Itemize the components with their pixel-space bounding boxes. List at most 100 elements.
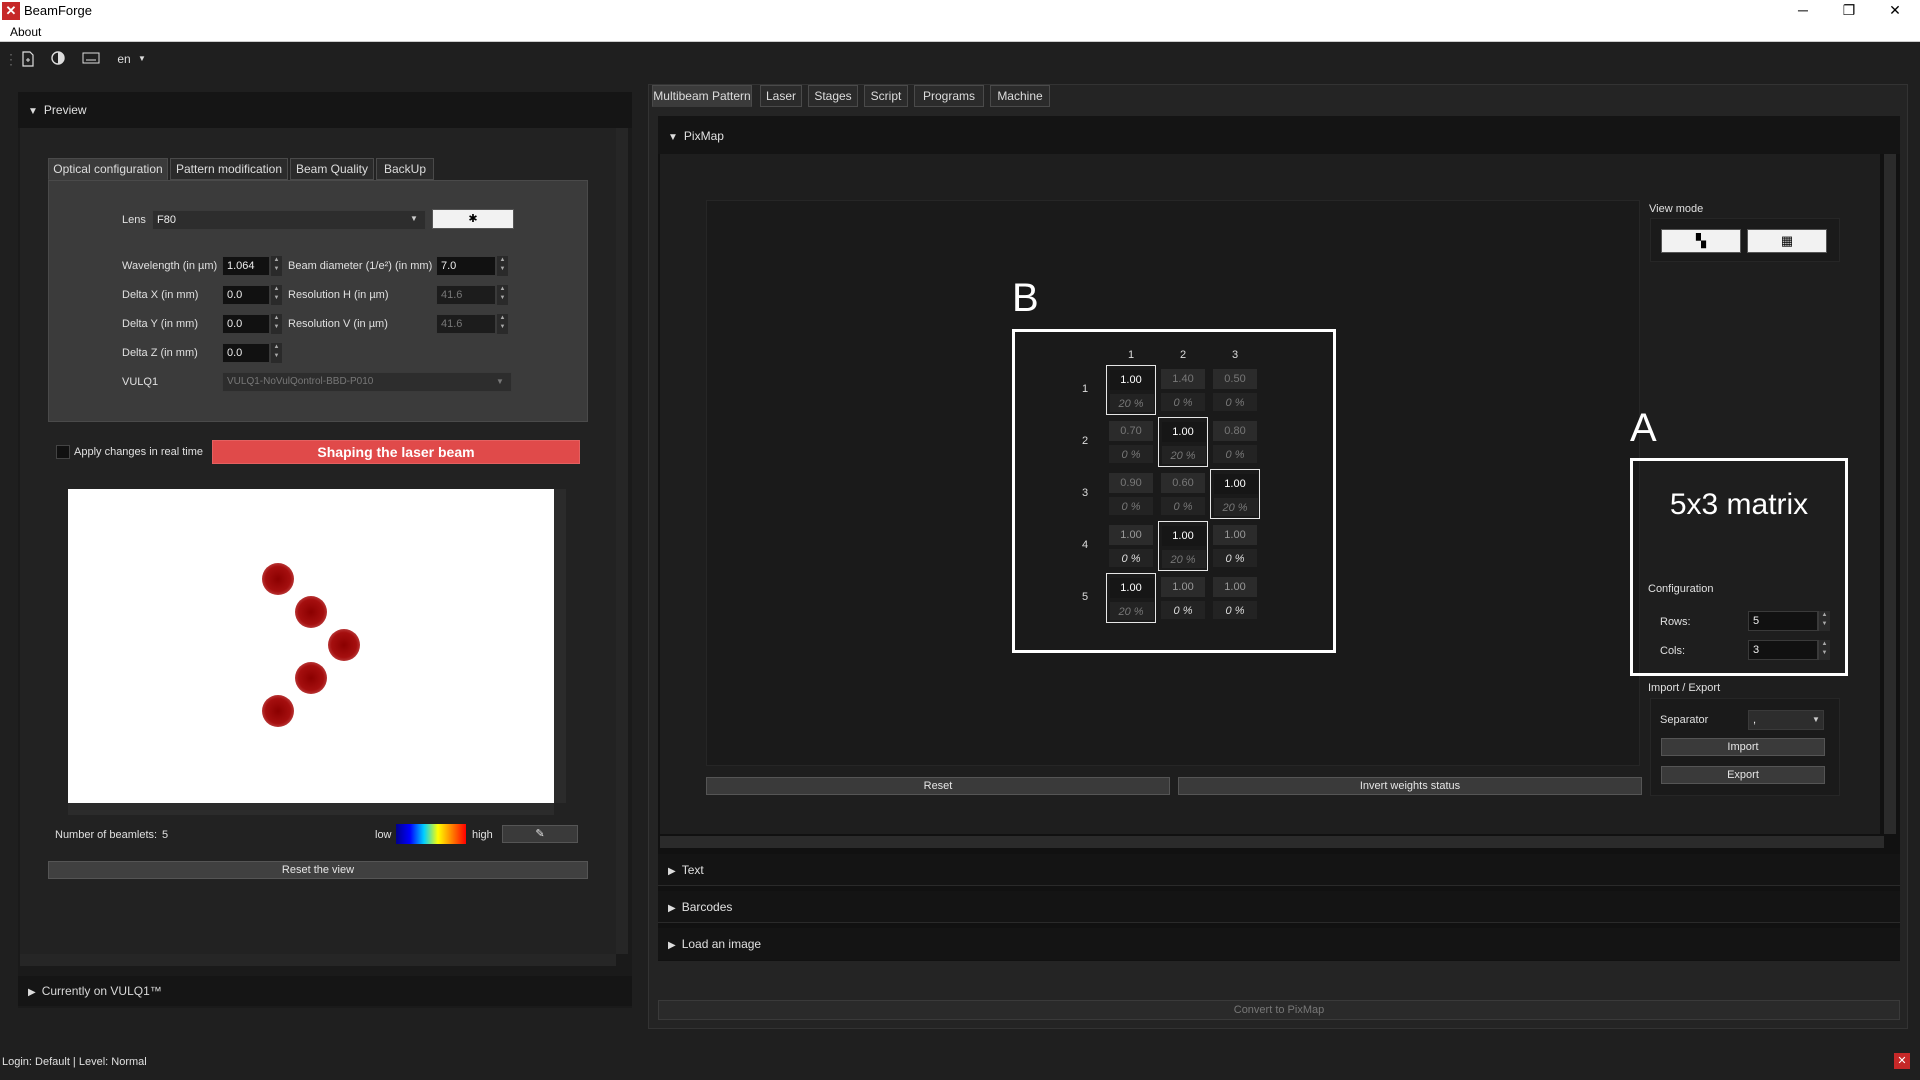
matrix-cell[interactable]: 1.00 20 % (1210, 469, 1260, 519)
delta-y-field[interactable]: 0.0 (222, 314, 270, 334)
reset-view-button[interactable]: Reset the view (48, 861, 588, 879)
rows-spinner[interactable]: ▲ ▼ (1818, 611, 1830, 631)
cell-percent: 20 % (1118, 606, 1144, 618)
barcodes-section-header[interactable]: ▶ Barcodes (658, 891, 1900, 923)
matrix-cell[interactable]: 1.00 20 % (1106, 365, 1156, 415)
preview-vertical-scrollbar[interactable] (554, 489, 566, 803)
delta-x-field[interactable]: 0.0 (222, 285, 270, 305)
convert-to-pixmap-button: Convert to PixMap (658, 1000, 1900, 1020)
matrix-cell[interactable]: 1.00 0 % (1106, 521, 1156, 571)
wavelength-field[interactable]: 1.064 (222, 256, 270, 276)
matrix-cell[interactable]: 0.90 0 % (1106, 469, 1156, 519)
matrix-cell[interactable]: 1.40 0 % (1158, 365, 1208, 415)
preview-header-label: Preview (43, 103, 87, 117)
menu-about[interactable]: About (10, 25, 41, 39)
matrix-cell[interactable]: 0.80 0 % (1210, 417, 1260, 467)
restore-button[interactable]: ❐ (1826, 0, 1872, 22)
matrix-cell[interactable]: 1.00 0 % (1158, 573, 1208, 623)
invert-weights-button[interactable]: Invert weights status (1178, 777, 1642, 795)
vulq-label: VULQ1 (122, 376, 159, 388)
color-picker-button[interactable]: ✎ (502, 825, 578, 843)
matrix-cell[interactable]: 1.00 0 % (1210, 521, 1260, 571)
wavelength-spinner[interactable]: ▲ ▼ (270, 256, 282, 276)
pixmap-horizontal-scrollbar[interactable] (660, 836, 1884, 848)
matrix-cell[interactable]: 0.70 0 % (1106, 417, 1156, 467)
shaping-laser-beam-button[interactable]: Shaping the laser beam (212, 440, 580, 464)
beamlet-5 (262, 695, 294, 727)
text-section-header[interactable]: ▶ Text (658, 854, 1900, 886)
preview-header[interactable]: ▼ Preview (18, 92, 632, 128)
table-view-button[interactable]: ▦ (1747, 229, 1827, 253)
error-icon[interactable]: ✕ (1894, 1053, 1910, 1069)
currently-on-label: Currently on VULQ1™ (41, 984, 162, 998)
tab-programs[interactable]: Programs (914, 85, 984, 107)
cell-weight: 1.00 (1172, 426, 1194, 438)
toolbar: ⋮ en ▼ (0, 43, 1920, 75)
tab-optical-configuration[interactable]: Optical configuration (48, 158, 168, 180)
load-image-section-header[interactable]: ▶ Load an image (658, 928, 1900, 960)
cell-weight: 1.00 (1120, 374, 1142, 386)
import-button[interactable]: Import (1661, 738, 1825, 756)
rows-field[interactable]: 5 (1748, 611, 1818, 631)
delta-z-spinner[interactable]: ▲ ▼ (270, 343, 282, 363)
text-section-label: Text (681, 863, 704, 877)
keyboard-icon[interactable] (82, 51, 100, 67)
beam-diameter-spinner[interactable]: ▲ ▼ (496, 256, 508, 276)
beam-preview-canvas[interactable] (68, 489, 554, 803)
matrix-cell[interactable]: 0.50 0 % (1210, 365, 1260, 415)
delta-z-field[interactable]: 0.0 (222, 343, 270, 363)
tab-pattern-modification[interactable]: Pattern modification (170, 158, 288, 180)
close-button[interactable]: ✕ (1872, 0, 1918, 22)
beam-diameter-field[interactable]: 7.0 (436, 256, 496, 276)
res-v-spinner: ▲ ▼ (496, 314, 508, 334)
annotation-b: B (1012, 276, 1039, 320)
cell-weight: 1.00 (1172, 581, 1194, 593)
tab-beam-quality[interactable]: Beam Quality (290, 158, 374, 180)
delta-x-spinner[interactable]: ▲ ▼ (270, 285, 282, 305)
matrix-cell[interactable]: 1.00 0 % (1210, 573, 1260, 623)
document-icon[interactable] (20, 51, 36, 67)
cell-percent: 0 % (1121, 501, 1141, 513)
preview-horizontal-scrollbar[interactable] (68, 803, 554, 815)
contrast-icon[interactable] (50, 51, 66, 67)
chevron-down-icon[interactable]: ▼ (134, 51, 150, 67)
language-select[interactable]: en (114, 51, 134, 67)
tab-stages[interactable]: Stages (808, 85, 858, 107)
lens-select[interactable]: F80 (152, 210, 426, 230)
export-button[interactable]: Export (1661, 766, 1825, 784)
vulq-select: VULQ1-NoVulQontrol-BBD-P010 (222, 372, 512, 392)
currently-on-header[interactable]: ▶ Currently on VULQ1™ (18, 976, 632, 1006)
tab-backup[interactable]: BackUp (376, 158, 434, 180)
tab-laser[interactable]: Laser (760, 85, 802, 107)
cell-percent: 20 % (1118, 398, 1144, 410)
caret-right-icon: ▶ (668, 903, 676, 914)
matrix-row-header: 4 (1082, 539, 1089, 551)
caret-right-icon: ▶ (668, 866, 676, 877)
cell-weight: 1.00 (1224, 478, 1246, 490)
pixmap-header[interactable]: ▼ PixMap (658, 116, 1900, 154)
pixmap-vertical-scrollbar[interactable] (1884, 154, 1896, 834)
matrix-cell[interactable]: 0.60 0 % (1158, 469, 1208, 519)
left-panel-horizontal-scrollbar[interactable] (20, 954, 616, 966)
delta-y-spinner[interactable]: ▲ ▼ (270, 314, 282, 334)
tab-multibeam-pattern[interactable]: Multibeam Pattern (652, 85, 752, 107)
tab-machine[interactable]: Machine (990, 85, 1050, 107)
reset-matrix-button[interactable]: Reset (706, 777, 1170, 795)
minimize-button[interactable]: ─ (1780, 0, 1826, 22)
matrix-cell[interactable]: 1.00 20 % (1106, 573, 1156, 623)
cell-percent: 0 % (1225, 449, 1245, 461)
matrix-cell[interactable]: 1.00 20 % (1158, 417, 1208, 467)
matrix-cell[interactable]: 1.00 20 % (1158, 521, 1208, 571)
cell-percent: 0 % (1121, 553, 1141, 565)
cell-weight: 0.70 (1120, 425, 1142, 437)
tab-script[interactable]: Script (864, 85, 908, 107)
left-panel-vertical-scrollbar[interactable] (616, 128, 628, 954)
cell-percent: 20 % (1170, 450, 1196, 462)
cols-field[interactable]: 3 (1748, 640, 1818, 660)
load-image-section-label: Load an image (681, 937, 762, 951)
tiles-view-button[interactable]: ▚ (1661, 229, 1741, 253)
lens-settings-button[interactable]: ✱ (432, 209, 514, 229)
delta-z-label: Delta Z (in mm) (122, 347, 198, 359)
apply-realtime-checkbox[interactable] (56, 445, 70, 459)
cols-spinner[interactable]: ▲ ▼ (1818, 640, 1830, 660)
